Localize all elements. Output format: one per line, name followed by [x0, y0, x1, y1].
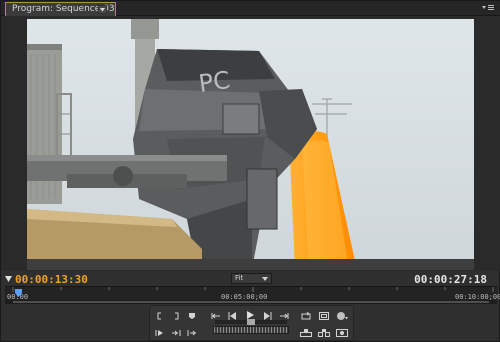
go-to-in-icon	[211, 312, 220, 319]
video-frame: PC	[27, 19, 474, 270]
trim-back-button[interactable]	[170, 327, 182, 338]
trim-forward-icon	[187, 329, 196, 336]
step-forward-icon	[264, 311, 272, 320]
zoom-scrollbar-thumb[interactable]	[13, 301, 489, 303]
output-icon	[337, 312, 348, 320]
export-frame-button[interactable]	[336, 327, 348, 338]
chevron-down-icon	[262, 277, 268, 281]
safe-margins-button[interactable]	[318, 310, 330, 321]
output-button[interactable]	[336, 310, 348, 321]
loop-button[interactable]	[300, 310, 312, 321]
zoom-level-value: Fit	[235, 274, 244, 282]
safe-margins-icon	[319, 311, 329, 320]
extract-button[interactable]	[318, 327, 330, 338]
mark-out-button[interactable]	[170, 310, 182, 321]
lift-button[interactable]	[300, 327, 312, 338]
trim-back-icon	[172, 329, 181, 336]
step-back-icon	[228, 311, 236, 320]
panel-header: Program: Sequence 03	[1, 1, 500, 16]
chevron-down-icon[interactable]	[98, 5, 107, 14]
panel-menu-icon[interactable]	[481, 3, 495, 13]
mark-in-button[interactable]	[154, 310, 166, 321]
loop-icon	[301, 311, 311, 319]
program-monitor-panel: Program: Sequence 03 PC 00:00:13:30 Fit …	[0, 0, 500, 342]
mark-out-icon	[175, 312, 179, 319]
zoom-level-select[interactable]: Fit	[231, 273, 272, 284]
go-to-out-icon	[280, 312, 289, 319]
shuttle-knob[interactable]	[247, 319, 255, 325]
bucket-marking: PC	[197, 66, 232, 98]
jog-wheel[interactable]	[213, 326, 289, 334]
extract-icon	[318, 328, 330, 337]
program-viewer[interactable]: PC	[1, 16, 500, 271]
playhead-icon[interactable]	[15, 289, 22, 299]
duration-timecode: 00:00:27:18	[414, 273, 487, 286]
play-in-to-out-icon	[155, 329, 163, 336]
export-frame-icon	[336, 329, 348, 337]
time-ruler[interactable]: 00:00 00:05:00;00 00:10:00;00	[5, 286, 500, 301]
current-timecode[interactable]: 00:00:13:30	[15, 273, 88, 286]
add-marker-button[interactable]	[186, 310, 198, 321]
play-icon	[247, 310, 254, 319]
mark-in-icon	[157, 312, 161, 319]
zoom-scrollbar[interactable]	[5, 300, 497, 304]
trim-forward-button[interactable]	[186, 327, 198, 338]
tab-program-sequence[interactable]: Program: Sequence 03	[5, 2, 116, 16]
shuttle-slider[interactable]	[215, 319, 287, 325]
add-marker-icon	[189, 312, 195, 319]
playhead-marker-icon	[5, 276, 12, 282]
lift-icon	[300, 328, 312, 337]
play-in-to-out-button[interactable]	[154, 327, 166, 338]
